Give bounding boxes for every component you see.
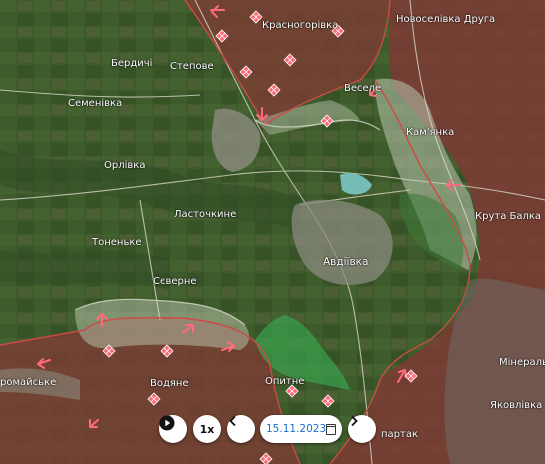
place-label-novoselivka-druha: Новоселівка Друга: [396, 14, 496, 25]
place-label-kamianka: Кам'янка: [406, 127, 455, 138]
map-view[interactable]: Новоселівка Друга Красногорівка Бердичі …: [0, 0, 545, 464]
date-value: 15.11.2023: [266, 423, 327, 435]
speed-button[interactable]: 1x: [193, 415, 221, 443]
place-label-tonenke: Тоненьке: [92, 237, 142, 248]
play-button[interactable]: [159, 415, 187, 443]
place-label-lastochkyne: Ласточкине: [174, 209, 237, 220]
place-label-kruta-balka: Крута Балка: [475, 211, 542, 222]
place-label-stepove: Степове: [170, 61, 214, 72]
play-icon: [159, 415, 175, 431]
calendar-icon[interactable]: [326, 423, 336, 435]
place-label-opytne: Опитне: [265, 376, 305, 387]
place-label-vodiane: Водяне: [150, 378, 189, 389]
speed-label: 1x: [199, 422, 215, 436]
next-date-button[interactable]: [348, 415, 376, 443]
place-label-pervomaiske: ромайське: [0, 377, 57, 388]
place-label-spartak: партак: [381, 429, 419, 440]
previous-date-button[interactable]: [227, 415, 255, 443]
place-label-orlivka: Орлівка: [104, 160, 146, 171]
chevron-right-icon: [351, 415, 358, 427]
place-label-berdychi: Бердичі: [111, 58, 153, 69]
chevron-left-icon: [229, 415, 236, 427]
date-picker[interactable]: 15.11.2023: [260, 415, 342, 443]
place-label-yakovlivka: Яковлівка: [490, 400, 543, 411]
place-label-avdiivka: Авдіївка: [323, 256, 369, 268]
place-label-vesele: Веселе: [344, 83, 382, 94]
place-label-krasnohorivka: Красногорівка: [262, 20, 339, 31]
place-label-severne: Сєверне: [153, 276, 197, 287]
place-label-minerali: Мінераль: [499, 357, 545, 368]
place-label-semenivka: Семенівка: [68, 98, 123, 109]
map-canvas: [0, 0, 545, 464]
